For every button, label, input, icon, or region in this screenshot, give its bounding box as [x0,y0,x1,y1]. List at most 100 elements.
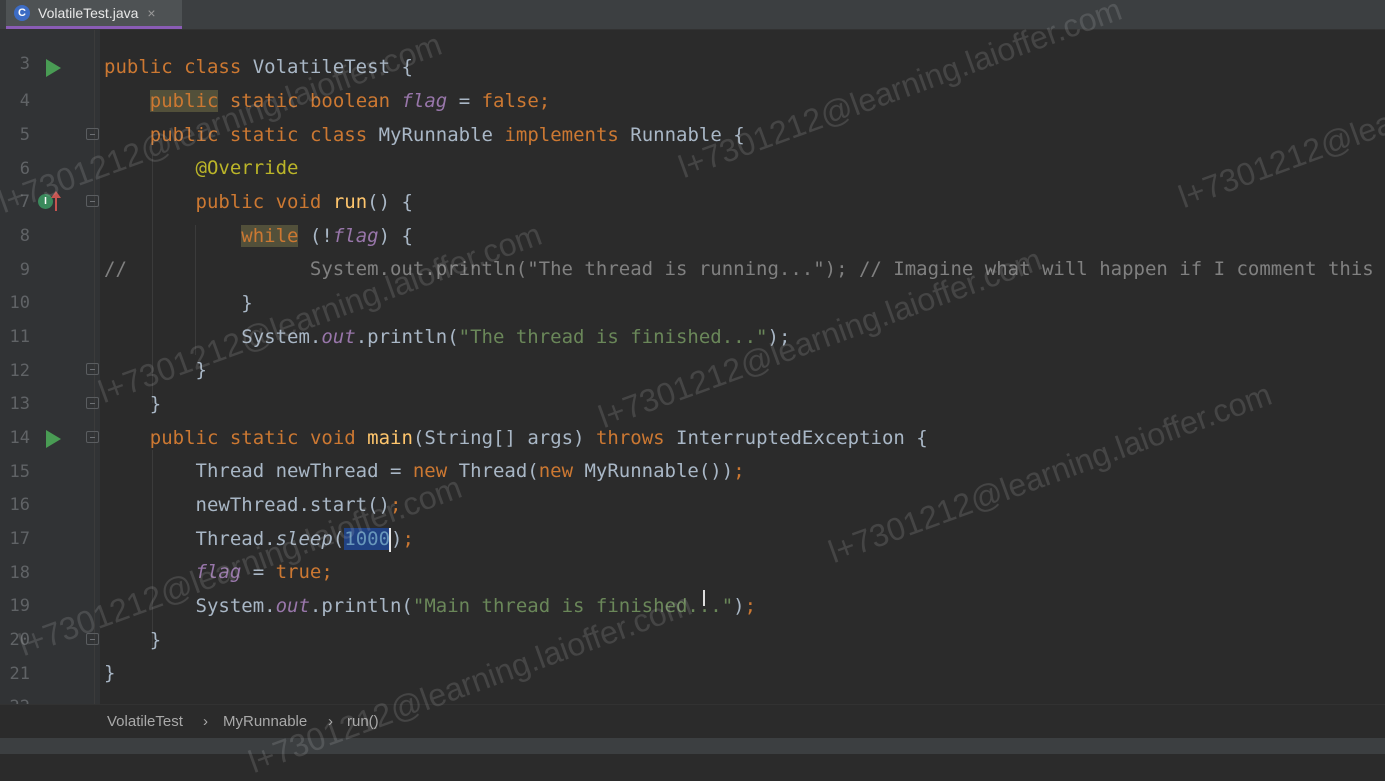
code-text: Thread. [195,528,276,550]
semicolon: ; [389,494,402,516]
keyword: new [412,460,448,482]
code-line-3: 3 [0,30,1385,74]
code-line-22: 22 } [0,657,1385,704]
field-flag: flag [401,90,448,112]
code-line-12: 12 System.out.println("The thread is fin… [0,321,1385,381]
keyword: class [184,56,242,78]
code-text: System. [195,595,276,617]
keyword: while [241,225,299,247]
mouse-text-cursor-icon [703,590,705,606]
semicolon: ; [744,595,757,617]
code-text: .println( [309,595,413,617]
method-sleep: sleep [275,528,333,550]
fold-icon[interactable] [86,397,99,409]
code-punct: ( [332,528,345,550]
code-line-15: 15 public static void main(String[] args… [0,422,1385,482]
string-literal: "The thread is finished..." [458,326,768,348]
semicolon: ; [402,528,414,550]
code-line-18: 18 Thread.sleep(1000); [0,523,1385,583]
semicolon: ; [733,460,745,482]
keyword: public [104,56,173,78]
keyword: implements [504,124,619,146]
interface-name: Runnable { [618,124,745,146]
keyword: static [229,124,299,146]
code-line-13: 13 } [0,354,1385,414]
code-line-7: 7 @Override [0,152,1385,212]
code-line-8: 8 I public void run() { [0,186,1385,246]
code-punct: (! [298,225,333,247]
run-class-icon[interactable] [46,59,61,77]
keyword: public [195,191,265,213]
run-main-icon[interactable] [46,430,61,448]
keyword: public [149,427,219,449]
code-line-11: 11 } [0,287,1385,347]
keyword: public [149,90,219,112]
exception-name: InterruptedException { [664,427,928,449]
code-punct: } [241,292,253,314]
annotation: @Override [195,157,299,179]
code-punct: ) [733,595,745,617]
java-class-icon: C [14,5,30,21]
close-icon[interactable]: × [147,5,155,21]
field-flag: flag [332,225,379,247]
code-punct: ) [391,528,403,550]
line-number: 22 [0,691,30,704]
code-punct: } [149,629,162,651]
keyword: new [538,460,574,482]
editor-tab-bar: C VolatileTest.java × [0,0,1385,30]
fold-icon[interactable] [86,633,99,645]
code-punct: ); [767,326,791,348]
breadcrumb-item-inner-class[interactable]: MyRunnable [223,713,307,730]
breadcrumb-item-class[interactable]: VolatileTest [107,713,183,730]
code-line-20: 20 System.out.println("Main thread is fi… [0,590,1385,650]
keyword: void [309,427,356,449]
code-punct: ) { [378,225,413,247]
operator: = [447,90,482,112]
field-flag: flag [195,561,242,583]
keyword: void [275,191,322,213]
operator: = [241,561,276,583]
code-line-21: 21 } [0,624,1385,684]
fold-icon[interactable] [86,363,99,375]
code-text: newThread.start() [195,494,390,516]
keyword: public [149,124,219,146]
keyword: static [229,90,299,112]
breadcrumb-item-method[interactable]: run() [347,713,379,730]
class-name: MyRunnable [367,124,505,146]
code-comment: // System.out.println("The thread is run… [104,258,1385,280]
keyword: false [481,90,539,112]
breadcrumb-separator: › [203,713,208,730]
keyword: class [309,124,368,146]
method-name: main [367,427,413,449]
override-arrow-icon[interactable] [51,191,61,211]
code-line-4: 4 public class VolatileTest { [0,51,1385,111]
code-text: (String[] args) [412,427,596,449]
fold-icon[interactable] [86,128,99,140]
keyword: true [275,561,322,583]
code-text: .println( [355,326,459,348]
code-line-6: 6 public static class MyRunnable impleme… [0,119,1385,179]
field-out: out [275,595,310,617]
code-punct: } [104,662,116,684]
keyword: static [229,427,299,449]
code-line-10: 10 // System.out.println("The thread is … [0,253,1385,313]
method-name: run [332,191,368,213]
keyword: throws [595,427,665,449]
code-line-5: 5 public static boolean flag = false; [0,85,1385,145]
status-bar [0,738,1385,754]
code-text: MyRunnable()) [573,460,734,482]
keyword: boolean [309,90,391,112]
code-line-9: 9 while (!flag) { [0,220,1385,280]
code-punct: () { [367,191,413,213]
tab-volatiletest-java[interactable]: C VolatileTest.java × [6,0,182,29]
code-text: System. [241,326,322,348]
code-line-14: 14 } [0,388,1385,448]
code-line-17: 17 newThread.start(); [0,489,1385,549]
code-line-19: 19 flag = true; [0,556,1385,616]
fold-icon[interactable] [86,195,99,207]
fold-icon[interactable] [86,431,99,443]
code-editor[interactable]: 3 4 public class VolatileTest { 5 public… [0,30,1385,704]
field-out: out [321,326,356,348]
selected-number[interactable]: 1000 [344,528,391,550]
semicolon: ; [321,561,333,583]
